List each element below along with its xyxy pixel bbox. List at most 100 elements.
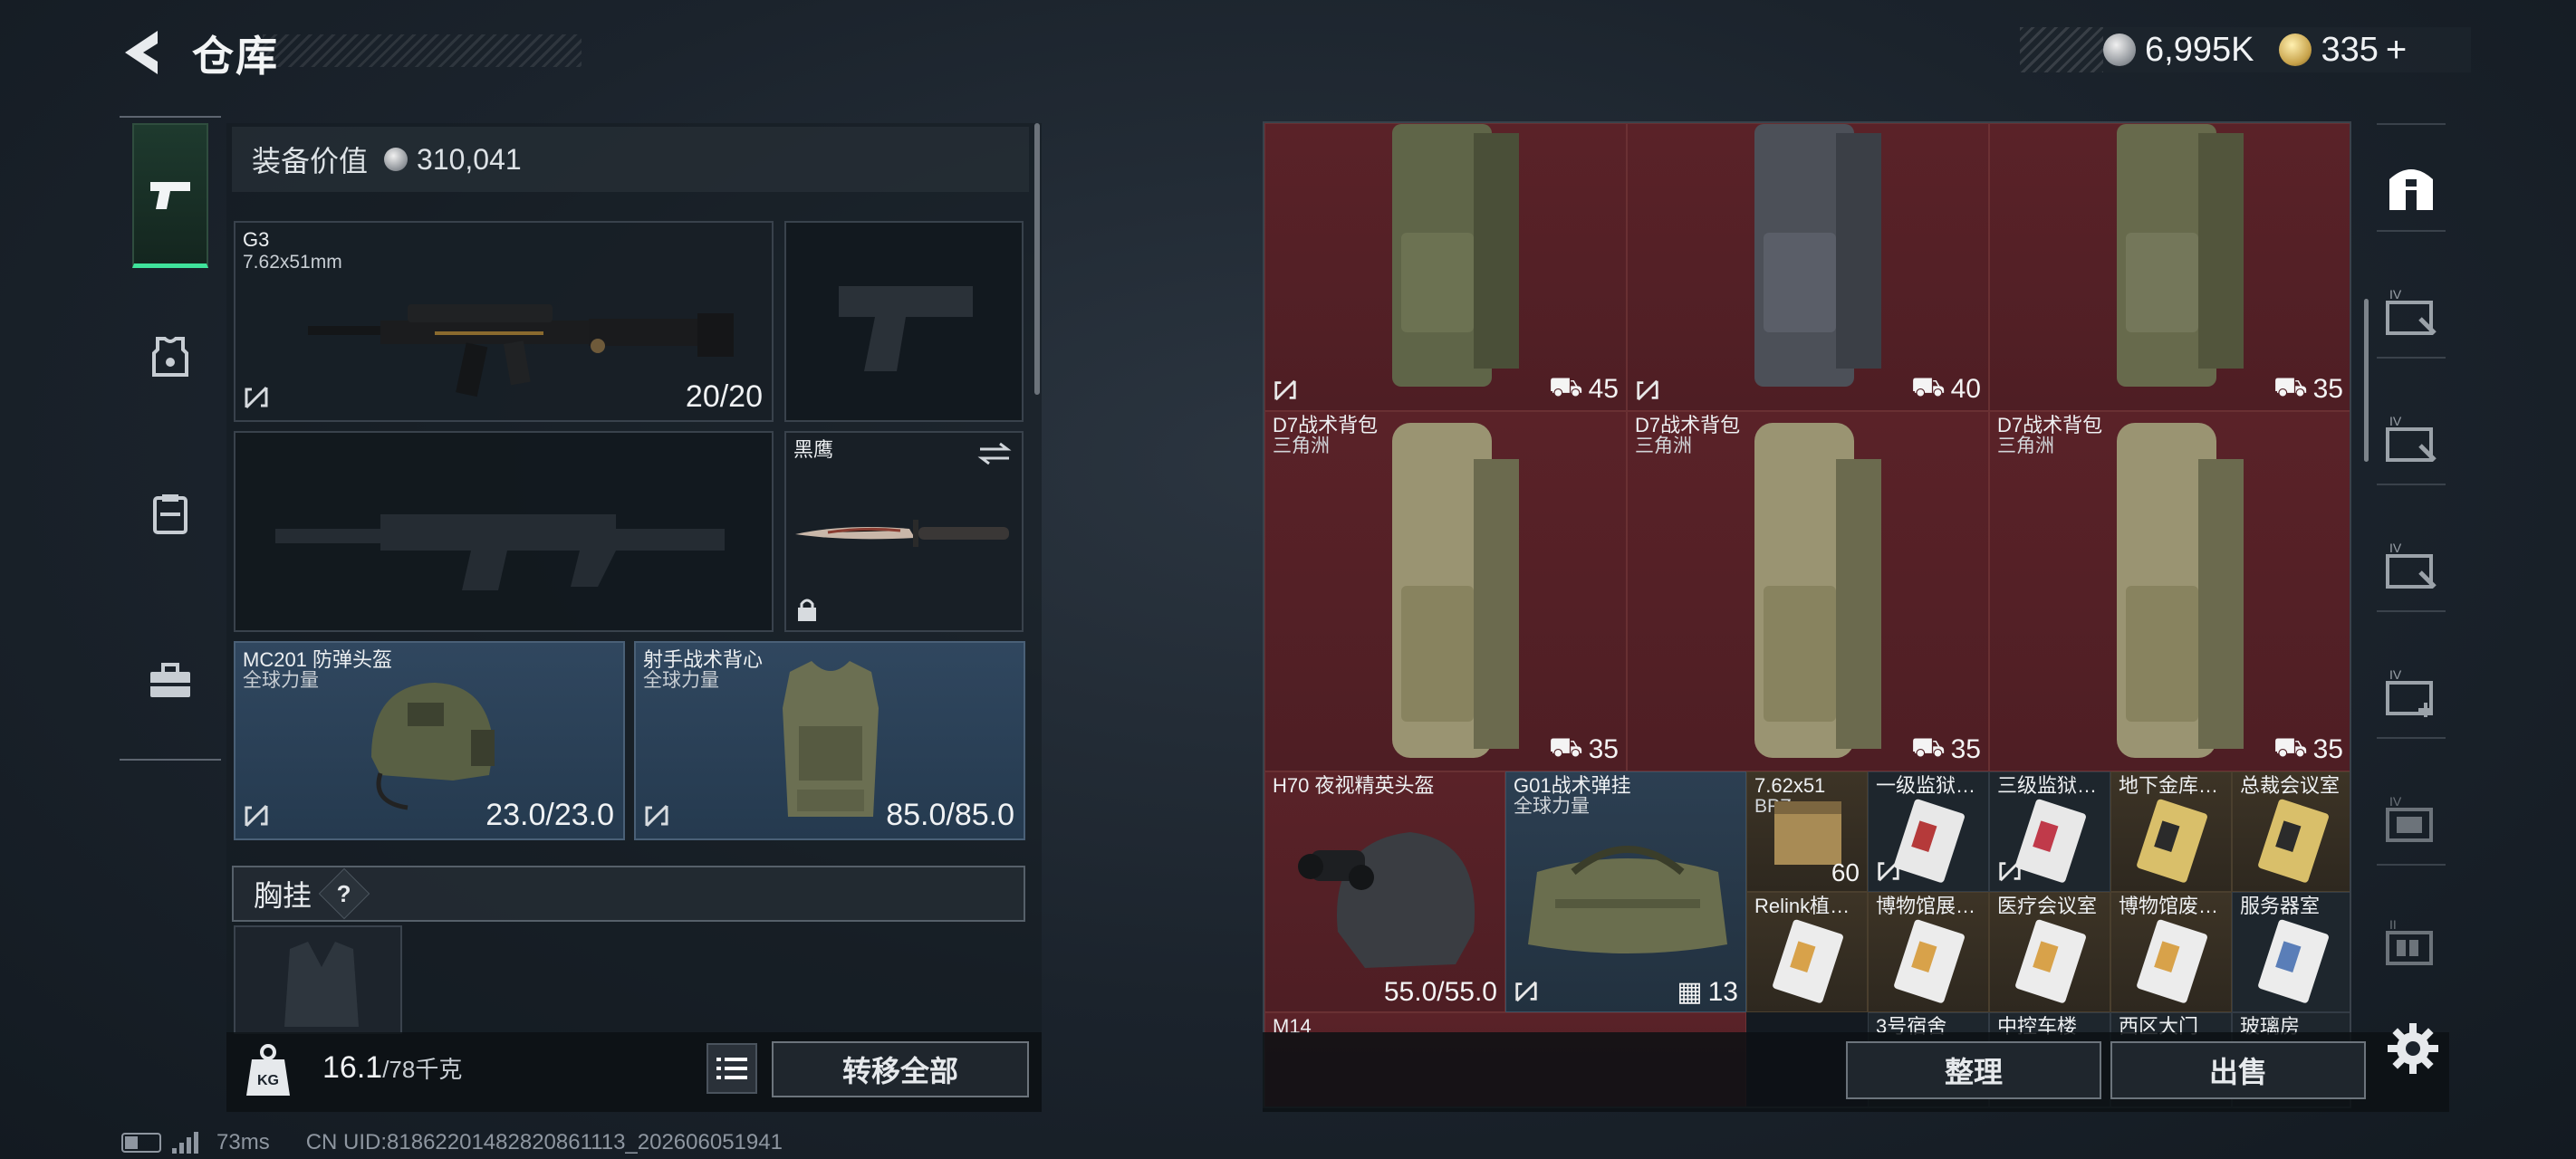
page-title: 仓库	[192, 33, 279, 80]
secondary-weapon-slot[interactable]	[234, 431, 774, 632]
storage-overview-tab[interactable]	[2384, 159, 2438, 214]
storage-expansion-tab[interactable]: IV	[2384, 540, 2438, 594]
chest-rig-label: 胸挂	[254, 879, 312, 912]
item-name: 一级监狱…	[1876, 774, 1976, 797]
backpack-item[interactable]: D7战术背包 三角洲 ⛟ 35	[1989, 411, 2350, 771]
key-card-image	[2015, 799, 2086, 883]
chest-rig-bar[interactable]: 胸挂 ?	[232, 866, 1025, 922]
sort-button[interactable]: 整理	[1846, 1041, 2101, 1099]
key-card-image	[1894, 919, 1965, 1003]
gear-icon	[2388, 1023, 2438, 1074]
backpack-capacity-icon: ⛟	[1910, 733, 1946, 762]
tab-toolbox[interactable]	[132, 608, 208, 753]
key-card-item[interactable]: 一级监狱…	[1868, 771, 1989, 892]
backpack-image	[1754, 423, 1881, 758]
document-case-tab[interactable]: IV	[2384, 793, 2438, 848]
toolbox-icon	[150, 663, 190, 697]
ping: 73ms	[216, 1130, 270, 1154]
weapon-ammo: 20/20	[685, 379, 763, 414]
max-weight: /78千克	[382, 1056, 463, 1083]
capacity: ⛟ 35	[1549, 733, 1619, 767]
durability-icon	[245, 804, 268, 828]
vest-icon	[153, 494, 187, 534]
gold-coin-icon	[2279, 34, 2312, 66]
current-weight: 16.1	[322, 1050, 383, 1085]
backpack-item[interactable]: ⛟ 40	[1627, 123, 1989, 411]
backpack-item[interactable]: ⛟ 45	[1264, 123, 1627, 411]
title-decoration	[263, 34, 582, 67]
key-card-item[interactable]: 博物馆废…	[2110, 892, 2232, 1012]
add-currency-button[interactable]: +	[2386, 30, 2407, 71]
durability-icon	[1878, 860, 1899, 882]
key-card-item[interactable]: 医疗会议室	[1989, 892, 2110, 1012]
silver-coin-icon	[2103, 34, 2136, 66]
tab-vest[interactable]	[132, 442, 208, 587]
item-name: 医疗会议室	[1997, 895, 2098, 917]
equipment-value-label: 装备价值	[252, 145, 369, 177]
capacity: ⛟ 35	[1911, 733, 1981, 767]
backpack-capacity-icon: ⛟	[1548, 733, 1583, 762]
backpack-image	[2117, 124, 2244, 387]
item-name: G01战术弹挂	[1514, 774, 1631, 797]
help-icon[interactable]: ?	[318, 867, 370, 920]
pistol-icon	[150, 181, 190, 209]
expansion-case-icon: IV	[2386, 414, 2437, 462]
list-view-button[interactable]	[706, 1043, 757, 1094]
ammo-case-tab[interactable]: II	[2384, 916, 2438, 971]
backpack-capacity-icon: ⛟	[1910, 372, 1946, 402]
chest-rig-image	[1528, 846, 1727, 953]
storage-expansion-tab[interactable]: IV	[2384, 286, 2438, 340]
melee-slot[interactable]: 黑鹰	[784, 431, 1024, 632]
swap-icon[interactable]	[976, 440, 1013, 467]
settings-button[interactable]	[2384, 1020, 2442, 1078]
lock-icon	[798, 599, 816, 621]
transfer-all-button[interactable]: 转移全部	[772, 1041, 1029, 1097]
backpack-item[interactable]: D7战术背包 三角洲 ⛟ 35	[1627, 411, 1989, 771]
backpack-item[interactable]: ⛟ 35	[1989, 123, 2350, 411]
backpack-capacity-icon: ⛟	[2273, 733, 2308, 762]
helmet-slot[interactable]: MC201 防弹头盔 全球力量 23.0/23.0	[234, 641, 625, 840]
key-card-item[interactable]: 地下金库…	[2110, 771, 2232, 892]
backpack-image	[1754, 124, 1881, 387]
silver-amount: 6,995K	[2145, 30, 2254, 69]
status-bar: 73ms CN UID:81862201482820861113_2026060…	[121, 1130, 783, 1155]
key-card-item[interactable]: 服务器室	[2232, 892, 2350, 1012]
weapon-name: G3	[243, 228, 270, 251]
equipment-scrollbar[interactable]	[1034, 123, 1040, 395]
storage-expansion-tab[interactable]: IV	[2384, 413, 2438, 467]
sell-button[interactable]: 出售	[2110, 1041, 2366, 1099]
expansion-case-icon: IV	[2386, 541, 2437, 589]
chest-rig-slot[interactable]	[234, 925, 402, 1034]
tab-weapons[interactable]	[132, 123, 208, 268]
medical-case-tab[interactable]: IV	[2384, 666, 2438, 721]
pistol-slot[interactable]	[784, 221, 1024, 422]
key-card-item[interactable]: 博物馆展…	[1868, 892, 1989, 1012]
backpack-image	[1392, 423, 1519, 758]
key-card-image	[1894, 799, 1965, 883]
storage-page-tabs: IV IV IV IV IV II	[2368, 123, 2447, 992]
key-card-item[interactable]: Relink植…	[1746, 892, 1868, 1012]
tab-armor[interactable]	[132, 284, 208, 429]
item-name: D7战术背包	[1273, 414, 1379, 436]
ammo-item[interactable]: 7.62x51 BPZ 60	[1746, 771, 1868, 892]
chest-rig-item[interactable]: G01战术弹挂 全球力量 ▦ 13	[1505, 771, 1746, 1012]
item-name: D7战术背包	[1997, 414, 2103, 436]
back-button[interactable]	[118, 25, 165, 80]
primary-weapon-slot[interactable]: G3 7.62x51mm 20/20	[234, 221, 774, 422]
battery-icon	[121, 1133, 161, 1153]
user-uid: CN UID:81862201482820861113_202606051941	[305, 1130, 783, 1154]
armor-slot[interactable]: 射手战术背心 全球力量 85.0/85.0	[634, 641, 1025, 840]
key-card-item[interactable]: 三级监狱…	[1989, 771, 2110, 892]
pistol-silhouette-icon	[839, 286, 973, 371]
svg-text:IV: IV	[2389, 794, 2402, 809]
backpack-item[interactable]: D7战术背包 三角洲 ⛟ 35	[1264, 411, 1627, 771]
durability-icon	[245, 386, 268, 409]
currency-bar: 6,995K 335 +	[2020, 27, 2471, 72]
ammo-count: 60	[1831, 858, 1860, 886]
capacity: ▦ 13	[1677, 976, 1738, 1008]
key-card-image	[2258, 919, 2329, 1003]
key-card-item[interactable]: 总裁会议室	[2232, 771, 2350, 892]
weight-display: 16.1/78千克	[322, 1050, 462, 1086]
nvg-helmet-item[interactable]: H70 夜视精英头盔 55.0/55.0	[1264, 771, 1505, 1012]
svg-text:II: II	[2389, 917, 2397, 932]
